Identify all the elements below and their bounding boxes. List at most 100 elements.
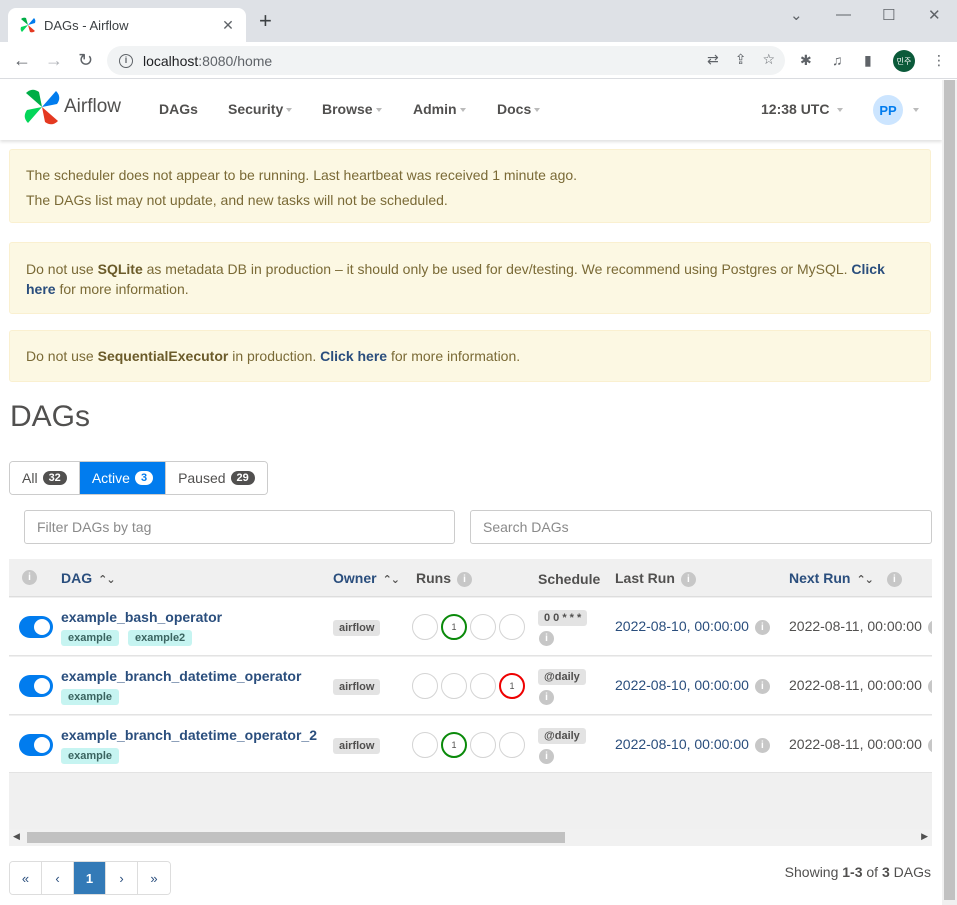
extensions-icon[interactable]: ✱ bbox=[800, 52, 812, 69]
user-menu-caret-icon[interactable] bbox=[913, 108, 919, 112]
info-icon[interactable]: i bbox=[754, 737, 770, 753]
run-circle-failed[interactable]: 1 bbox=[499, 673, 525, 699]
owner-badge[interactable]: airflow bbox=[333, 738, 381, 754]
info-icon[interactable]: i bbox=[457, 571, 472, 587]
dag-active-toggle[interactable] bbox=[19, 734, 53, 756]
info-icon[interactable]: i bbox=[927, 678, 932, 694]
run-circle-success[interactable]: 1 bbox=[441, 732, 467, 758]
scroll-left-icon[interactable]: ◀ bbox=[13, 831, 20, 842]
scroll-right-icon[interactable]: ▶ bbox=[921, 831, 928, 842]
info-icon[interactable]: i bbox=[22, 570, 37, 585]
close-tab-icon[interactable]: ✕ bbox=[220, 17, 236, 34]
run-circle[interactable] bbox=[470, 614, 496, 640]
next-page-button[interactable]: › bbox=[106, 862, 138, 894]
vertical-scrollbar[interactable] bbox=[942, 80, 957, 905]
run-circle[interactable] bbox=[412, 732, 438, 758]
info-icon[interactable]: i bbox=[927, 737, 932, 753]
run-circle[interactable] bbox=[499, 732, 525, 758]
search-dags-input[interactable] bbox=[470, 510, 932, 544]
tag-filter-input[interactable] bbox=[24, 510, 455, 544]
media-control-icon[interactable]: ♫ bbox=[832, 52, 843, 68]
user-avatar[interactable]: PP bbox=[873, 95, 903, 125]
run-circle[interactable] bbox=[499, 614, 525, 640]
last-page-button[interactable]: » bbox=[138, 862, 170, 894]
run-circle[interactable] bbox=[470, 732, 496, 758]
forward-icon[interactable]: → bbox=[45, 49, 63, 71]
dag-tag[interactable]: example bbox=[61, 689, 120, 705]
info-icon[interactable]: i bbox=[680, 571, 696, 587]
dag-tag[interactable]: example2 bbox=[128, 630, 193, 646]
nav-browse[interactable]: Browse bbox=[322, 101, 382, 117]
caret-down-icon bbox=[534, 108, 541, 113]
nav-security[interactable]: Security bbox=[228, 101, 293, 117]
nav-dags[interactable]: DAGs bbox=[159, 101, 198, 117]
info-icon[interactable]: i bbox=[539, 690, 554, 705]
tab-search-icon[interactable]: ⌄ bbox=[790, 6, 803, 24]
run-circle-success[interactable]: 1 bbox=[441, 614, 467, 640]
info-icon[interactable]: i bbox=[539, 631, 554, 646]
scrollbar-thumb[interactable] bbox=[27, 832, 565, 843]
table-row: example_branch_datetime_operator_2 examp… bbox=[9, 716, 932, 773]
window-close-icon[interactable]: ✕ bbox=[928, 6, 941, 24]
run-circle[interactable] bbox=[412, 673, 438, 699]
omnibox[interactable]: i localhost:8080/home ⇄ ⇪ ☆ bbox=[107, 46, 785, 75]
utc-clock[interactable]: 12:38 UTC bbox=[761, 101, 844, 117]
sqlite-alert-text: as metadata DB in production – it should… bbox=[142, 261, 852, 277]
bookmark-star-icon[interactable]: ☆ bbox=[762, 51, 775, 68]
dag-tag[interactable]: example bbox=[61, 630, 120, 646]
dag-link[interactable]: example_bash_operator bbox=[61, 609, 222, 625]
dag-active-toggle[interactable] bbox=[19, 675, 53, 697]
first-page-button[interactable]: « bbox=[10, 862, 42, 894]
browser-tab-bar: DAGs - Airflow ✕ + ⌄ — ☐ ✕ bbox=[0, 0, 957, 42]
dag-link[interactable]: example_branch_datetime_operator_2 bbox=[61, 727, 317, 743]
filter-active-button[interactable]: Active 3 bbox=[79, 462, 167, 494]
sqlite-alert-text: for more information. bbox=[55, 281, 189, 297]
current-page-button[interactable]: 1 bbox=[74, 862, 106, 894]
reload-icon[interactable]: ↻ bbox=[78, 49, 93, 71]
dag-tag[interactable]: example bbox=[61, 748, 120, 764]
back-icon[interactable]: ← bbox=[13, 49, 31, 71]
new-tab-icon[interactable]: + bbox=[259, 10, 272, 32]
header-next-run[interactable]: Next Run ⌃⌄ i bbox=[789, 570, 902, 587]
run-circle[interactable] bbox=[412, 614, 438, 640]
info-icon[interactable]: i bbox=[539, 749, 554, 764]
info-icon[interactable]: i bbox=[927, 619, 932, 635]
filter-all-button[interactable]: All 32 bbox=[10, 462, 80, 494]
share-icon[interactable]: ⇪ bbox=[735, 51, 747, 68]
sqlite-alert-text: Do not use bbox=[26, 261, 98, 277]
next-run-value: 2022-08-11, 00:00:00i bbox=[789, 677, 932, 694]
owner-badge[interactable]: airflow bbox=[333, 679, 381, 695]
info-icon[interactable]: i bbox=[754, 678, 770, 694]
run-circle[interactable] bbox=[441, 673, 467, 699]
nav-admin[interactable]: Admin bbox=[413, 101, 466, 117]
airflow-brand[interactable]: Airflow bbox=[24, 89, 121, 125]
translate-icon[interactable]: ⇄ bbox=[707, 51, 719, 68]
dag-link[interactable]: example_branch_datetime_operator bbox=[61, 668, 301, 684]
header-owner[interactable]: Owner ⌃⌄ bbox=[333, 570, 400, 586]
dag-active-toggle[interactable] bbox=[19, 616, 53, 638]
owner-badge[interactable]: airflow bbox=[333, 620, 381, 636]
filter-paused-button[interactable]: Paused 29 bbox=[166, 462, 267, 494]
maximize-icon[interactable]: ☐ bbox=[882, 6, 895, 24]
info-icon[interactable]: i bbox=[886, 571, 902, 587]
minimize-icon[interactable]: — bbox=[836, 6, 851, 23]
status-filter-group: All 32 Active 3 Paused 29 bbox=[9, 461, 268, 495]
last-run-link[interactable]: 2022-08-10, 00:00:00 i bbox=[615, 736, 770, 753]
horizontal-scrollbar[interactable]: ◀ ▶ bbox=[9, 829, 932, 846]
sort-icon: ⌃⌄ bbox=[856, 574, 873, 586]
sqlite-alert: Do not use SQLite as metadata DB in prod… bbox=[9, 242, 931, 314]
browser-menu-icon[interactable]: ⋮ bbox=[932, 52, 946, 69]
side-panel-icon[interactable]: ▮ bbox=[864, 52, 872, 69]
last-run-link[interactable]: 2022-08-10, 00:00:00 i bbox=[615, 618, 770, 635]
run-circle[interactable] bbox=[470, 673, 496, 699]
nav-docs[interactable]: Docs bbox=[497, 101, 541, 117]
scrollbar-thumb[interactable] bbox=[944, 80, 955, 900]
executor-click-here-link[interactable]: Click here bbox=[320, 348, 387, 364]
last-run-link[interactable]: 2022-08-10, 00:00:00 i bbox=[615, 677, 770, 694]
browser-profile-avatar[interactable]: 민주 bbox=[893, 50, 915, 72]
site-info-icon[interactable]: i bbox=[119, 53, 133, 68]
header-dag[interactable]: DAG ⌃⌄ bbox=[61, 570, 116, 586]
prev-page-button[interactable]: ‹ bbox=[42, 862, 74, 894]
info-icon[interactable]: i bbox=[754, 619, 770, 635]
browser-tab[interactable]: DAGs - Airflow ✕ bbox=[8, 8, 246, 42]
